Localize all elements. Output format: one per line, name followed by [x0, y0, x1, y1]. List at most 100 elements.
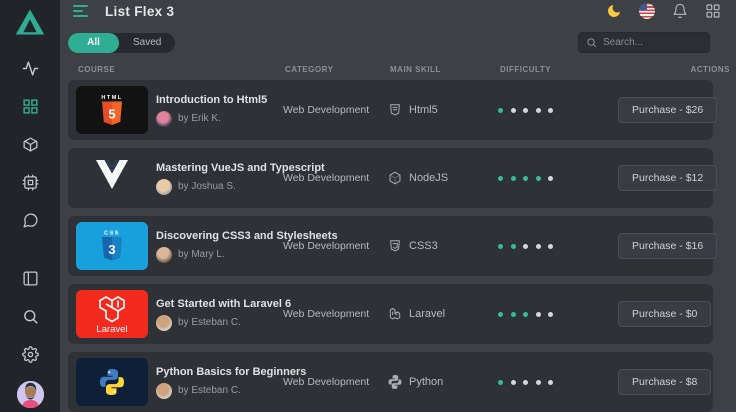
- page-title: List Flex 3: [105, 3, 175, 19]
- difficulty-dot: [523, 311, 528, 317]
- main-skill-cell: NodeJS: [388, 171, 498, 185]
- purchase-button[interactable]: Purchase - $12: [618, 165, 718, 191]
- moon-icon: [608, 5, 620, 17]
- html5-logo-thumbnail: HTML 5: [76, 86, 148, 134]
- course-category: Web Development: [283, 240, 370, 252]
- search-icon: [587, 38, 597, 48]
- course-list: HTML5 CSS3 Laravel Introduction to Html5…: [68, 80, 718, 412]
- course-author: by Mary L.: [178, 249, 225, 260]
- sidebar-item-chat[interactable]: [11, 201, 49, 239]
- difficulty-dot: [510, 175, 516, 181]
- sidebar-item-settings[interactable]: [11, 335, 49, 373]
- author-avatar: [156, 110, 172, 127]
- course-author: by Erik K.: [178, 113, 221, 124]
- cpu-icon: [22, 174, 38, 190]
- search-icon: [23, 309, 38, 324]
- course-cell: HTML5 CSS3 Laravel Discovering CSS3 and …: [76, 222, 338, 270]
- course-thumbnail[interactable]: HTML5 CSS3 Laravel: [76, 222, 148, 270]
- course-author: by Esteban C.: [178, 385, 241, 396]
- toolbar: All Saved: [60, 22, 736, 53]
- skill-label: NodeJS: [409, 172, 449, 184]
- tab-saved[interactable]: Saved: [119, 33, 175, 53]
- course-thumbnail[interactable]: HTML5 CSS3 Laravel: [76, 358, 148, 406]
- topbar-actions: [605, 2, 722, 20]
- difficulty-dot: [535, 311, 541, 317]
- difficulty-dot: [498, 107, 503, 113]
- course-author: by Esteban C.: [178, 317, 241, 328]
- sidebar-item-layout[interactable]: [11, 259, 49, 297]
- sidebar-item-activity[interactable]: [11, 49, 49, 87]
- column-header-actions: Actions: [690, 65, 730, 74]
- laravel-icon: [389, 307, 401, 320]
- difficulty-dot: [523, 243, 528, 249]
- author-avatar: [156, 382, 172, 399]
- course-cell: HTML5 CSS3 Laravel Get Started with Lara…: [76, 290, 291, 338]
- difficulty-dot: [535, 175, 541, 181]
- actions-cell: Purchase - $26: [618, 97, 718, 123]
- purchase-button[interactable]: Purchase - $26: [618, 97, 718, 123]
- column-header-difficulty: Difficulty: [500, 65, 552, 74]
- search-box[interactable]: [578, 32, 710, 53]
- course-thumbnail[interactable]: HTML5 CSS3 Laravel: [76, 154, 148, 202]
- dark-mode-toggle[interactable]: [605, 2, 623, 20]
- topbar: List Flex 3: [60, 0, 736, 22]
- bell-icon: [673, 3, 687, 19]
- course-cell: HTML5 CSS3 Laravel Mastering VueJS and T…: [76, 154, 325, 202]
- skill-label: CSS3: [409, 240, 438, 252]
- language-selector[interactable]: [638, 2, 656, 20]
- difficulty-dots: [498, 175, 618, 181]
- difficulty-dot: [510, 311, 516, 317]
- difficulty-dot: [535, 243, 541, 249]
- notifications-button[interactable]: [671, 2, 689, 20]
- skill-label: Laravel: [409, 308, 446, 320]
- css3-icon: [390, 240, 400, 252]
- course-category: Web Development: [283, 308, 370, 320]
- sidebar-nav: [11, 49, 49, 239]
- purchase-button[interactable]: Purchase - $0: [618, 301, 712, 327]
- app-logo-triangle-icon[interactable]: [14, 7, 46, 37]
- sidebar-item-products[interactable]: [11, 125, 49, 163]
- purchase-button[interactable]: Purchase - $8: [618, 369, 712, 395]
- tab-all[interactable]: All: [68, 32, 119, 53]
- difficulty-dot: [535, 379, 541, 385]
- us-flag-icon: [639, 3, 655, 19]
- difficulty-dot: [510, 379, 516, 385]
- search-input[interactable]: [603, 37, 702, 48]
- sidebar-bottom-nav: [11, 259, 49, 412]
- difficulty-dot: [498, 243, 503, 249]
- laravel-logo-thumbnail: Laravel: [76, 290, 148, 338]
- purchase-button[interactable]: Purchase - $16: [618, 233, 718, 259]
- svg-text:HTML: HTML: [101, 95, 122, 101]
- python-icon: [388, 375, 402, 389]
- skill-icon: [388, 239, 402, 253]
- html5-icon: [390, 104, 400, 116]
- skill-icon: [388, 375, 402, 389]
- user-avatar[interactable]: [16, 381, 44, 408]
- difficulty-dot: [510, 107, 516, 113]
- svg-text:Laravel: Laravel: [96, 324, 127, 335]
- table-row: HTML5 CSS3 Laravel Mastering VueJS and T…: [68, 148, 718, 208]
- course-thumbnail[interactable]: HTML5 CSS3 Laravel: [76, 86, 148, 134]
- difficulty-dots: [498, 311, 618, 317]
- author-avatar: [156, 246, 172, 263]
- layout-icon: [22, 270, 38, 286]
- sidebar-item-dashboard[interactable]: [11, 87, 49, 125]
- gear-icon: [21, 345, 39, 363]
- activity-icon: [22, 60, 38, 76]
- vuejs-logo-thumbnail: [76, 154, 148, 202]
- svg-text:3: 3: [108, 242, 115, 257]
- course-thumbnail[interactable]: HTML5 CSS3 Laravel: [76, 290, 148, 338]
- apps-menu-button[interactable]: [704, 2, 722, 20]
- table-row: HTML5 CSS3 Laravel Discovering CSS3 and …: [68, 216, 718, 276]
- menu-toggle-icon[interactable]: [73, 5, 88, 17]
- skill-icon: [388, 103, 402, 117]
- table-row: HTML5 CSS3 Laravel Python Basics for Beg…: [68, 352, 713, 412]
- sidebar-item-system[interactable]: [11, 163, 49, 201]
- sidebar-item-search[interactable]: [11, 297, 49, 335]
- course-author: by Joshua S.: [178, 181, 236, 192]
- author-avatar: [156, 314, 172, 331]
- main-skill-cell: Laravel: [388, 307, 498, 321]
- actions-cell: Purchase - $16: [618, 233, 718, 259]
- difficulty-dot: [523, 107, 528, 113]
- chat-bubble-icon: [22, 212, 38, 228]
